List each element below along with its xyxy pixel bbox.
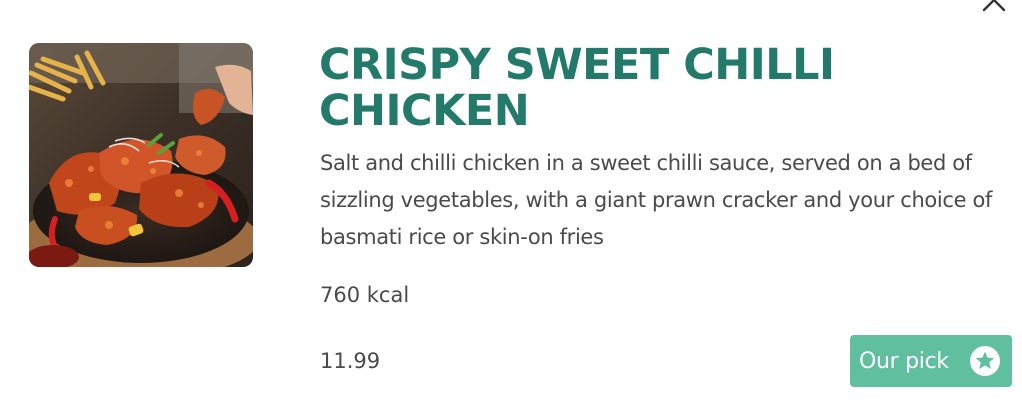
star-icon (970, 346, 1000, 376)
dish-title: CRISPY SWEET CHILLI CHICKEN (319, 40, 835, 136)
menu-item-card: CRISPY SWEET CHILLI CHICKEN Salt and chi… (0, 0, 1022, 410)
calorie-count: 760 kcal (320, 283, 410, 307)
our-pick-label: Our pick (859, 348, 949, 374)
dish-photo (29, 43, 253, 267)
close-button[interactable] (981, 0, 1007, 13)
dish-price: 11.99 (320, 349, 381, 373)
close-icon[interactable] (981, 0, 1007, 13)
our-pick-badge[interactable]: Our pick (850, 335, 1012, 387)
dish-description: Salt and chilli chicken in a sweet chill… (320, 151, 993, 249)
